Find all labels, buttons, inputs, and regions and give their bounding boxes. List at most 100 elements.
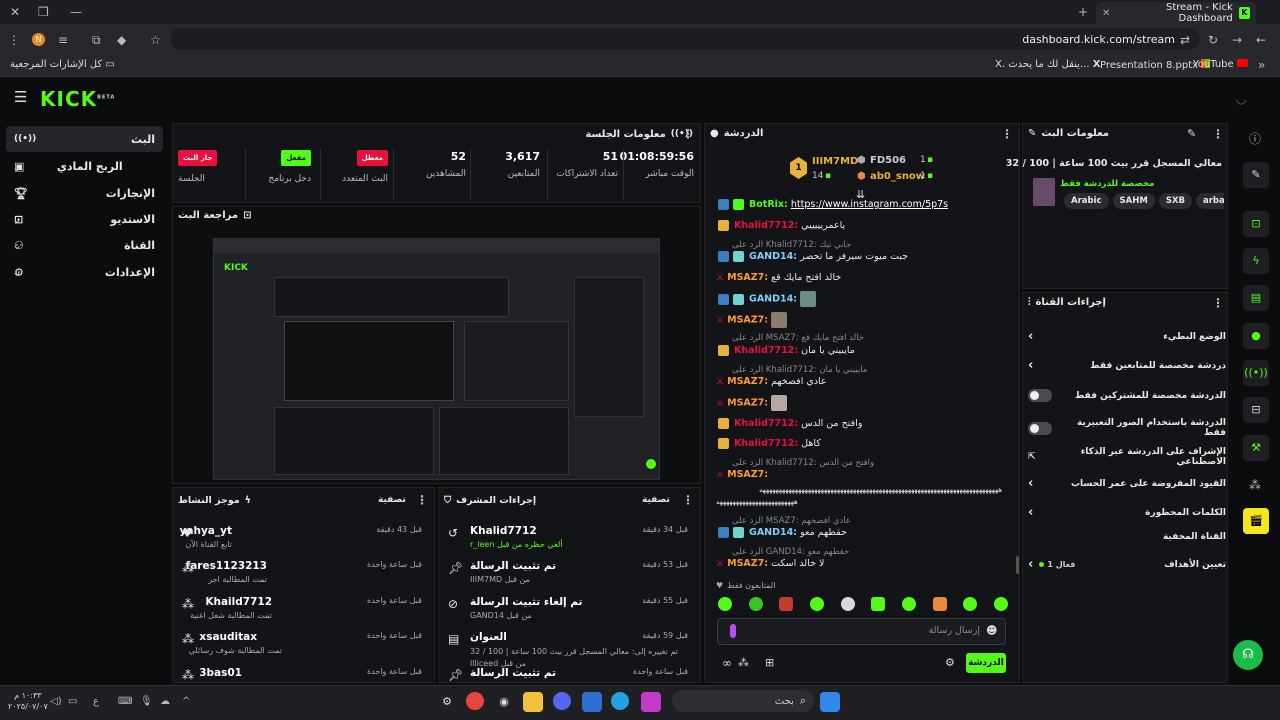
forward-icon[interactable]: → [1232, 33, 1242, 47]
sidebar-item-studio[interactable]: الاستديو ⊡ [6, 206, 163, 232]
close-tab-icon[interactable]: ✕ [1102, 8, 1110, 19]
emote-icon[interactable] [840, 597, 855, 611]
windows-start-icon[interactable] [820, 692, 840, 712]
chevron-down-icon[interactable]: ⌄ [12, 238, 22, 252]
taskbar-obs-icon[interactable]: ◉ [494, 692, 514, 712]
restore-window-icon[interactable]: ❐ [38, 5, 49, 19]
emote-icon[interactable] [932, 597, 947, 611]
active-tab[interactable]: K Stream - Kick Dashboard ✕ [1096, 2, 1256, 24]
emote-icon[interactable] [809, 597, 824, 611]
emote-icon[interactable] [779, 597, 794, 611]
taskbar-discord-icon[interactable] [553, 692, 571, 710]
points-icon[interactable]: ⁂ [738, 656, 749, 669]
mod-menu-icon[interactable]: ⋮ [682, 493, 694, 507]
site-settings-icon[interactable]: ⇄ [1180, 33, 1190, 47]
ai-moderation-row[interactable]: الإشراف على الدردشة عبر الذكاء الاصطناعي… [1028, 447, 1226, 467]
sidebar-item-settings[interactable]: الإعدادات ⚙ [6, 259, 163, 285]
bookmark-youtube[interactable]: YouTube [1193, 59, 1248, 70]
emote-icon[interactable] [993, 597, 1008, 611]
session-menu-icon[interactable]: ⋮ [682, 127, 694, 141]
rail-layout-button[interactable]: ⊟ [1243, 397, 1269, 423]
rail-clapper-button[interactable]: 🎬︎ [1243, 508, 1269, 534]
chevron-down-icon[interactable]: ⌄ [12, 212, 22, 226]
taskbar-search[interactable]: ⌕ بحث [672, 690, 814, 712]
chevron-down-icon[interactable]: ⌄ [12, 265, 22, 279]
hidden-channel-row[interactable]: القناة المخفية [1028, 532, 1226, 542]
taskbar-explorer-icon[interactable] [523, 692, 543, 712]
sidebar-item-monetization[interactable]: الربح المادي ▣ [6, 153, 163, 179]
taskbar-clock[interactable]: ١٠:٣٣ م ٢٠٢٥/٠٧/٠٧ [8, 690, 48, 712]
rail-points-icon[interactable]: ⁂ [1249, 478, 1261, 492]
new-tab-icon[interactable]: + [1078, 5, 1088, 19]
rail-edit-button[interactable]: ✎ [1243, 162, 1269, 188]
rail-tools-button[interactable]: ⚒ [1243, 435, 1269, 461]
mod-filter-button[interactable]: تصفية [642, 495, 670, 505]
subscribers-only-toggle[interactable] [1028, 389, 1052, 402]
taskbar-copilot-icon[interactable] [641, 692, 661, 712]
top-gifter-name[interactable]: IIIM7MD [812, 156, 858, 167]
help-headset-icon[interactable]: ☊ [1233, 640, 1263, 670]
network-icon[interactable]: ▭ [68, 695, 77, 709]
sidebar-item-channel[interactable]: القناة ⚇ [6, 232, 163, 258]
rail-doc-button[interactable]: ▤ [1243, 285, 1269, 311]
browser-menu-icon[interactable]: ⋮ [8, 33, 20, 47]
tray-chevron-icon[interactable]: ^ [182, 695, 190, 709]
activity-menu-icon[interactable]: ⋮ [416, 493, 428, 507]
second-gifter-name[interactable]: FD506 [870, 155, 906, 166]
kick-logo[interactable]: KICKBETA [40, 87, 115, 111]
taskbar-settings-icon[interactable]: ⚙ [437, 692, 457, 712]
bookmark-star-icon[interactable]: ☆ [150, 33, 161, 47]
emote-icon[interactable] [748, 597, 763, 611]
volume-icon[interactable]: ◁) [50, 695, 62, 709]
activity-filter-button[interactable]: تصفية [378, 495, 406, 505]
rail-camera-button[interactable]: ⊡ [1243, 211, 1269, 237]
banned-words-row[interactable]: الكلمات المحظورة › [1028, 505, 1226, 520]
cloud-icon[interactable]: ☁ [160, 695, 170, 709]
puzzle-icon[interactable]: ◆ [117, 33, 126, 47]
info-icon[interactable]: ⓘ [1249, 132, 1261, 146]
goals-row[interactable]: تعيين الأهداف فعال 1 › [1028, 557, 1226, 572]
rail-bolt-button[interactable]: ϟ [1243, 248, 1269, 274]
all-bookmarks-link[interactable]: كل الإشارات المرجعية ▭ [10, 59, 115, 70]
mic-icon[interactable]: 🎙︎ [140, 695, 153, 709]
sidebar-item-stream[interactable]: البث ((•)) [6, 126, 163, 152]
hamburger-menu-icon[interactable]: ☰ [14, 90, 27, 105]
chat-scrollbar[interactable] [1016, 556, 1019, 574]
rail-chat-button[interactable]: ● [1243, 323, 1269, 349]
reading-list-icon[interactable]: ≡ [58, 33, 68, 47]
profile-avatar[interactable]: N [32, 33, 45, 46]
emote-icon[interactable] [871, 597, 886, 611]
chat-settings-icon[interactable]: ⚙ [945, 656, 955, 669]
back-icon[interactable]: ← [1256, 33, 1266, 47]
taskbar-edge-icon[interactable] [611, 692, 629, 710]
moon-icon[interactable]: ◡ [1236, 92, 1246, 106]
url-text[interactable]: dashboard.kick.com/stream [990, 33, 1175, 46]
more-bookmarks-icon[interactable]: » [1258, 58, 1265, 72]
bookmark-x[interactable]: X. ينقل لك ما يحدث... X [995, 59, 1100, 70]
taskbar-chrome-icon[interactable] [466, 692, 484, 710]
stream-info-menu-icon[interactable]: ⋮ [1212, 127, 1224, 141]
account-age-row[interactable]: القيود المفروضة على عمر الحساب › [1028, 476, 1226, 491]
chat-menu-icon[interactable]: ⋮ [1001, 127, 1013, 141]
slow-mode-row[interactable]: الوضع البطيء › [1028, 329, 1226, 344]
emote-icon[interactable] [963, 597, 978, 611]
category-thumbnail[interactable] [1033, 178, 1055, 206]
gift-box-icon[interactable]: ⊞ [765, 656, 774, 669]
infinity-icon[interactable]: ∞ [722, 656, 732, 670]
emoji-picker-icon[interactable]: ☻ [986, 624, 997, 637]
minimize-window-icon[interactable]: — [70, 5, 82, 19]
chevron-down-icon[interactable]: ⌄ [12, 160, 22, 174]
close-window-icon[interactable]: ✕ [10, 5, 20, 19]
microphone-icon[interactable] [730, 624, 736, 638]
stream-preview-video[interactable]: KICK [213, 238, 660, 480]
keyboard-language[interactable]: ع [93, 695, 99, 709]
third-gifter-name[interactable]: ab0_snow [870, 171, 925, 182]
sidebar-item-achievements[interactable]: الإنجازات 🏆︎ [6, 180, 163, 206]
reload-icon[interactable]: ↻ [1208, 33, 1218, 47]
emote-icon[interactable] [901, 597, 916, 611]
followers-only-row[interactable]: دردشة مخصصة للمتابعين فقط › [1028, 358, 1226, 373]
keyboard-icon[interactable]: ⌨ [118, 695, 132, 709]
emotes-only-toggle[interactable] [1028, 421, 1052, 435]
emote-icon[interactable] [718, 597, 732, 611]
taskbar-store-icon[interactable] [582, 692, 602, 712]
